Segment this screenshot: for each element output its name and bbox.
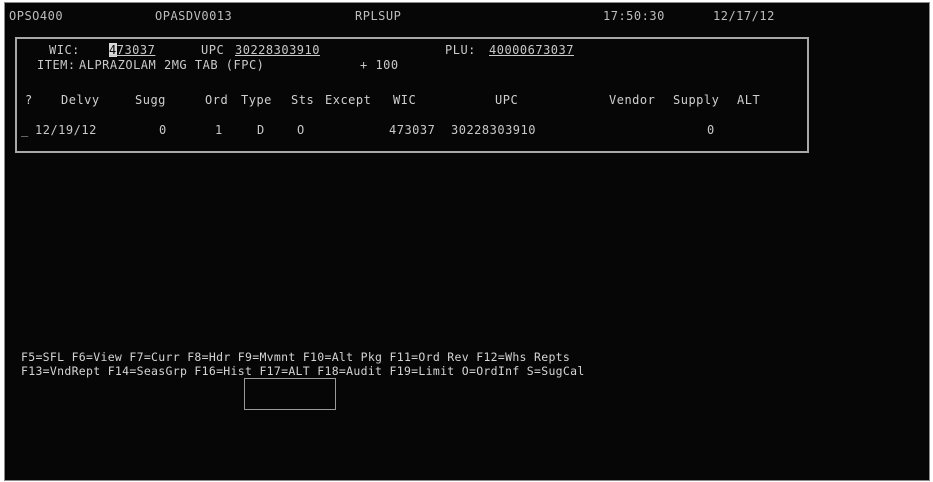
wic-value: 73037 xyxy=(116,43,156,57)
item-label: ITEM: xyxy=(37,58,76,72)
col-vendor: Vendor xyxy=(609,93,656,107)
ordinf-option[interactable]: O=OrdInf xyxy=(461,364,520,378)
row-upc: 30228303910 xyxy=(451,123,536,137)
header-time: 17:50:30 xyxy=(603,9,665,23)
program-id: OPSO400 xyxy=(9,9,64,23)
col-wic: WIC xyxy=(393,93,417,107)
col-supply: Supply xyxy=(673,93,720,107)
plu-label: PLU: xyxy=(445,43,476,57)
col-opt: ? xyxy=(25,93,33,107)
row-supply: 0 xyxy=(707,123,715,137)
plu-field[interactable]: 40000673037 xyxy=(489,43,574,57)
row-option-input[interactable]: _ xyxy=(21,123,29,137)
function-keys-line-2: F13=VndRept F14=SeasGrp F16=Hist F17=ALT… xyxy=(21,364,585,378)
f8-key[interactable]: F8=Hdr xyxy=(187,350,231,364)
col-sts: Sts xyxy=(291,93,315,107)
f17-key[interactable]: F17=ALT xyxy=(259,364,311,378)
f11-key[interactable]: F11=Ord Rev xyxy=(389,350,469,364)
item-pack: + 100 xyxy=(360,58,399,72)
text-cursor: 4 xyxy=(109,43,117,57)
col-except: Except xyxy=(325,93,372,107)
f5-key[interactable]: F5=SFL xyxy=(21,350,65,364)
row-ord: 1 xyxy=(215,123,223,137)
wic-input[interactable]: 473037 xyxy=(109,43,155,57)
f16-key[interactable]: F16=Hist xyxy=(194,364,253,378)
row-wic: 473037 xyxy=(389,123,436,137)
row-type: D xyxy=(257,123,265,137)
header-date: 12/17/12 xyxy=(713,9,775,23)
col-ord: Ord xyxy=(205,93,229,107)
sugcal-option[interactable]: S=SugCal xyxy=(526,364,585,378)
upc-field[interactable]: 30228303910 xyxy=(235,43,320,57)
row-sts: O xyxy=(297,123,305,137)
terminal-screen: OPSO400 OPASDV0013 RPLSUP 17:50:30 12/17… xyxy=(4,2,930,481)
row-delvy: 12/19/12 xyxy=(35,123,97,137)
screen-id: OPASDV0013 xyxy=(155,9,233,23)
upc-label: UPC xyxy=(201,43,225,57)
row-sugg: 0 xyxy=(159,123,167,137)
f6-key[interactable]: F6=View xyxy=(71,350,123,364)
f10-key[interactable]: F10=Alt Pkg xyxy=(302,350,383,364)
f16-highlight-box xyxy=(244,378,336,410)
col-alt: ALT xyxy=(737,93,761,107)
f9-key[interactable]: F9=Mvmnt xyxy=(237,350,296,364)
f7-key[interactable]: F7=Curr xyxy=(129,350,180,364)
module-id: RPLSUP xyxy=(355,9,402,23)
f12-key[interactable]: F12=Whs Repts xyxy=(476,350,571,364)
f18-key[interactable]: F18=Audit xyxy=(317,364,383,378)
wic-label: WIC: xyxy=(49,43,80,57)
col-upc: UPC xyxy=(495,93,519,107)
item-description: ALPRAZOLAM 2MG TAB (FPC) xyxy=(79,58,265,72)
col-sugg: Sugg xyxy=(135,93,166,107)
col-delvy: Delvy xyxy=(61,93,100,107)
f14-key[interactable]: F14=SeasGrp xyxy=(107,364,188,378)
function-keys-line-1: F5=SFL F6=View F7=Curr F8=Hdr F9=Mvmnt F… xyxy=(21,350,571,364)
f19-key[interactable]: F19=Limit xyxy=(389,364,455,378)
col-type: Type xyxy=(241,93,272,107)
f13-key[interactable]: F13=VndRept xyxy=(21,364,101,378)
